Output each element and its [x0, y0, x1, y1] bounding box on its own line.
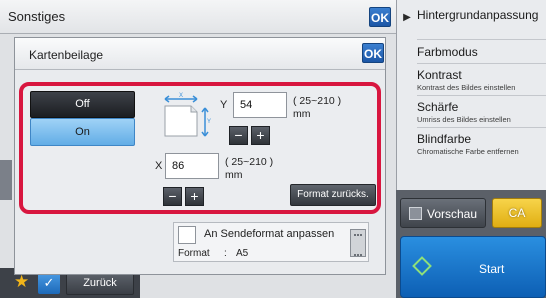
adapt-to-send-format-row: An Sendeformat anpassen Format : A5: [173, 222, 369, 262]
adapt-checkbox[interactable]: [178, 226, 196, 244]
y-size-input[interactable]: 54: [233, 92, 287, 118]
menu-item-schaerfe[interactable]: Schärfe Umriss des Bildes einstellen: [417, 96, 546, 128]
y-increase-button[interactable]: +: [251, 126, 270, 145]
svg-text:X: X: [179, 93, 183, 99]
y-decrease-button[interactable]: −: [229, 126, 248, 145]
x-axis-label: X: [155, 160, 163, 172]
main-ok-button[interactable]: OK: [369, 7, 391, 27]
checkmark-icon[interactable]: ✓: [38, 272, 60, 294]
menu-item-label: Farbmodus: [417, 45, 478, 59]
menu-item-hintergrundanpassung[interactable]: Hintergrundanpassung: [417, 8, 546, 40]
svg-text:Y: Y: [207, 119, 211, 125]
left-edge-strip: [0, 160, 12, 200]
reset-format-button[interactable]: Format zurücks.: [290, 184, 376, 206]
preview-button[interactable]: Vorschau: [400, 198, 486, 228]
main-title-bar: Sonstiges: [0, 0, 396, 34]
start-label: Start: [479, 262, 505, 276]
settings-frame: Off On X Y Y 54 ( 25~210 ) mm − + X 86 (…: [19, 82, 381, 214]
y-unit-text: mm: [293, 108, 311, 120]
menu-item-subtitle: Umriss des Bildes einstellen: [417, 115, 511, 124]
y-range-text: ( 25~210 ): [293, 95, 342, 107]
x-unit-text: mm: [225, 169, 243, 181]
x-decrease-button[interactable]: −: [163, 187, 182, 206]
dialog-ok-button[interactable]: OK: [362, 43, 384, 63]
menu-item-label: Schärfe: [417, 100, 459, 114]
expand-arrow-icon[interactable]: ▶: [399, 4, 415, 32]
dialog-title: Kartenbeilage: [29, 48, 104, 62]
adapt-label: An Sendeformat anpassen: [204, 228, 335, 240]
menu-item-farbmodus[interactable]: Farbmodus: [417, 40, 546, 64]
scroll-film-icon[interactable]: [350, 229, 366, 257]
off-button[interactable]: Off: [30, 91, 135, 118]
star-icon[interactable]: ★: [14, 272, 29, 292]
menu-item-subtitle: Kontrast des Bildes einstellen: [417, 83, 516, 92]
right-settings-panel: ▶ Hintergrundanpassung Farbmodus Kontras…: [396, 0, 546, 190]
format-value: A5: [236, 248, 249, 259]
menu-item-label: Blindfarbe: [417, 132, 472, 146]
x-increase-button[interactable]: +: [185, 187, 204, 206]
main-title: Sonstiges: [8, 9, 66, 24]
menu-item-label: Hintergrundanpassung: [417, 8, 539, 22]
card-size-icon: X Y: [164, 93, 211, 137]
x-size-input[interactable]: 86: [165, 153, 219, 179]
x-range-text: ( 25~210 ): [225, 156, 274, 168]
menu-item-kontrast[interactable]: Kontrast Kontrast des Bildes einstellen: [417, 64, 546, 96]
menu-item-blindfarbe[interactable]: Blindfarbe Chromatische Farbe entfernen: [417, 128, 546, 160]
start-button[interactable]: Start: [400, 236, 546, 298]
format-label: Format: [178, 248, 210, 259]
menu-item-subtitle: Chromatische Farbe entfernen: [417, 147, 519, 156]
menu-item-label: Kontrast: [417, 68, 462, 82]
clear-all-button[interactable]: CA: [492, 198, 542, 228]
kartenbeilage-dialog: Kartenbeilage OK Off On X Y Y 54 ( 25~21…: [14, 37, 386, 275]
start-icon: [412, 256, 432, 276]
dialog-title-bar: Kartenbeilage: [15, 38, 385, 70]
on-button[interactable]: On: [30, 118, 135, 146]
preview-label: Vorschau: [427, 207, 478, 221]
y-axis-label: Y: [220, 99, 228, 111]
preview-icon: [409, 207, 422, 220]
format-separator: :: [224, 248, 227, 259]
